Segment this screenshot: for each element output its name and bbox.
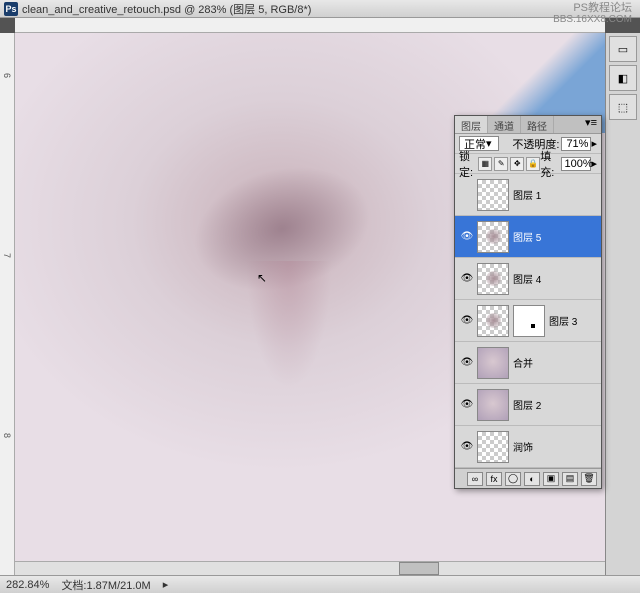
cursor-icon: ↖ xyxy=(257,271,267,285)
layer-row[interactable]: 👁 合并 xyxy=(455,342,601,384)
layer-row[interactable]: 👁 图层 2 xyxy=(455,384,601,426)
visibility-icon[interactable]: 👁 xyxy=(460,272,474,286)
panel-footer: ∞ fx ◯ ◐ ▣ ▤ 🗑 xyxy=(455,468,601,488)
fill-value[interactable]: 100% xyxy=(561,157,591,171)
layers-panel: 图层 通道 路径 ▾≡ 正常 ▾ 不透明度: 71%▸ 锁定: ▦ ✎ ✥ 🔒 … xyxy=(454,115,602,489)
lock-label: 锁定: xyxy=(459,148,478,180)
visibility-icon[interactable]: 👁 xyxy=(460,230,474,244)
lock-all-icon[interactable]: 🔒 xyxy=(526,157,540,171)
layer-row[interactable]: 👁 图层 3 xyxy=(455,300,601,342)
layer-name[interactable]: 图层 1 xyxy=(513,187,541,202)
layer-row[interactable]: 👁 图层 5 xyxy=(455,216,601,258)
layer-thumbnail[interactable] xyxy=(477,305,509,337)
trash-icon[interactable]: 🗑 xyxy=(581,472,597,486)
ruler-tick: 7 xyxy=(2,253,12,258)
tab-layers[interactable]: 图层 xyxy=(455,116,488,133)
right-toolbar: ▭ ◧ ⬚ xyxy=(605,33,640,575)
fill-label: 填充: xyxy=(540,148,559,180)
visibility-icon[interactable]: 👁 xyxy=(460,356,474,370)
zoom-text: 283% xyxy=(198,4,226,16)
tool-button[interactable]: ⬚ xyxy=(609,94,637,120)
group-icon[interactable]: ▣ xyxy=(543,472,559,486)
scrollbar-horizontal[interactable] xyxy=(15,561,605,575)
ruler-tick: 6 xyxy=(2,73,12,78)
opacity-value[interactable]: 71% xyxy=(561,137,591,151)
document-title: clean_and_creative_retouch.psd @ 283% (图… xyxy=(22,1,311,17)
layer-thumbnail[interactable] xyxy=(477,221,509,253)
tab-paths[interactable]: 路径 xyxy=(521,116,554,133)
visibility-icon[interactable]: 👁 xyxy=(460,398,474,412)
layer-mask[interactable] xyxy=(513,305,545,337)
detail-region xyxy=(239,261,339,411)
layer-info-text: (图层 5, RGB/8*) xyxy=(230,4,312,16)
ruler-tick: 8 xyxy=(2,433,12,438)
new-layer-icon[interactable]: ▤ xyxy=(562,472,578,486)
dropdown-icon[interactable]: ▸ xyxy=(591,137,597,150)
lock-paint-icon[interactable]: ✎ xyxy=(494,157,508,171)
filename-text: clean_and_creative_retouch.psd xyxy=(22,4,181,16)
layer-name[interactable]: 图层 3 xyxy=(549,313,577,328)
visibility-icon[interactable]: 👁 xyxy=(460,314,474,328)
layer-thumbnail[interactable] xyxy=(477,263,509,295)
layer-row[interactable]: 👁 润饰 xyxy=(455,426,601,468)
mask-icon[interactable]: ◯ xyxy=(505,472,521,486)
layer-list: 图层 1 👁 图层 5 👁 图层 4 👁 图层 3 👁 合并 👁 图层 2 xyxy=(455,174,601,468)
status-doc: 文档:1.87M/21.0M xyxy=(61,577,150,593)
panel-menu-icon[interactable]: ▾≡ xyxy=(581,116,601,133)
tool-button[interactable]: ▭ xyxy=(609,36,637,62)
lock-icons: ▦ ✎ ✥ 🔒 xyxy=(478,157,540,171)
watermark: PS教程论坛 BBS.16XX8.COM xyxy=(553,2,632,25)
ruler-horizontal[interactable] xyxy=(15,18,605,33)
watermark-line1: PS教程论坛 xyxy=(553,2,632,14)
layer-thumbnail[interactable] xyxy=(477,347,509,379)
tool-button[interactable]: ◧ xyxy=(609,65,637,91)
adjustment-icon[interactable]: ◐ xyxy=(524,472,540,486)
ps-icon: Ps xyxy=(4,2,18,16)
lock-transparency-icon[interactable]: ▦ xyxy=(478,157,492,171)
fx-icon[interactable]: fx xyxy=(486,472,502,486)
lock-position-icon[interactable]: ✥ xyxy=(510,157,524,171)
layer-name[interactable]: 图层 5 xyxy=(513,229,541,244)
layer-thumbnail[interactable] xyxy=(477,431,509,463)
ruler-vertical[interactable]: 6 7 8 xyxy=(0,33,15,575)
statusbar: 282.84% 文档:1.87M/21.0M ▸ xyxy=(0,575,640,593)
layer-thumbnail[interactable] xyxy=(477,389,509,421)
titlebar: Ps clean_and_creative_retouch.psd @ 283%… xyxy=(0,0,640,18)
layer-name[interactable]: 合并 xyxy=(513,355,533,370)
layer-name[interactable]: 图层 4 xyxy=(513,271,541,286)
layer-name[interactable]: 图层 2 xyxy=(513,397,541,412)
scrollbar-thumb[interactable] xyxy=(399,562,439,575)
layer-thumbnail[interactable] xyxy=(477,179,509,211)
status-dropdown-icon[interactable]: ▸ xyxy=(163,578,169,591)
lock-fill-row: 锁定: ▦ ✎ ✥ 🔒 填充: 100%▸ xyxy=(455,154,601,174)
watermark-line2: BBS.16XX8.COM xyxy=(553,14,632,25)
layer-name[interactable]: 润饰 xyxy=(513,439,533,454)
tab-channels[interactable]: 通道 xyxy=(488,116,521,133)
visibility-icon[interactable] xyxy=(460,188,474,202)
link-layers-icon[interactable]: ∞ xyxy=(467,472,483,486)
status-zoom[interactable]: 282.84% xyxy=(6,579,49,591)
visibility-icon[interactable]: 👁 xyxy=(460,440,474,454)
layer-row[interactable]: 图层 1 xyxy=(455,174,601,216)
dropdown-icon[interactable]: ▸ xyxy=(591,157,597,170)
layer-row[interactable]: 👁 图层 4 xyxy=(455,258,601,300)
panel-tabs: 图层 通道 路径 ▾≡ xyxy=(455,116,601,134)
